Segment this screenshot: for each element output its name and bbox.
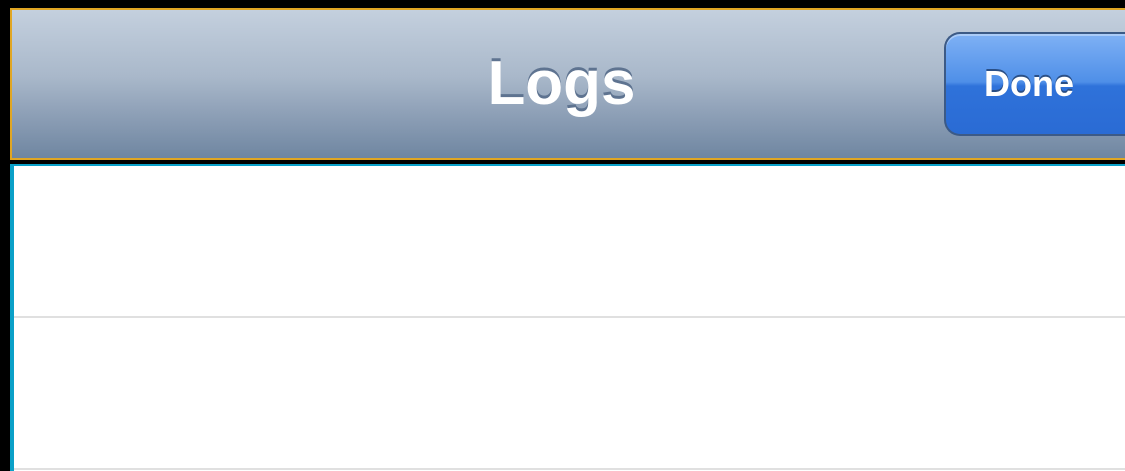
logs-table[interactable] [10, 164, 1125, 471]
table-row[interactable] [14, 318, 1125, 470]
logs-screen: Logs Done [0, 0, 1125, 471]
table-row[interactable] [14, 166, 1125, 318]
done-button[interactable]: Done [944, 32, 1125, 136]
navigation-bar: Logs Done [10, 8, 1125, 160]
